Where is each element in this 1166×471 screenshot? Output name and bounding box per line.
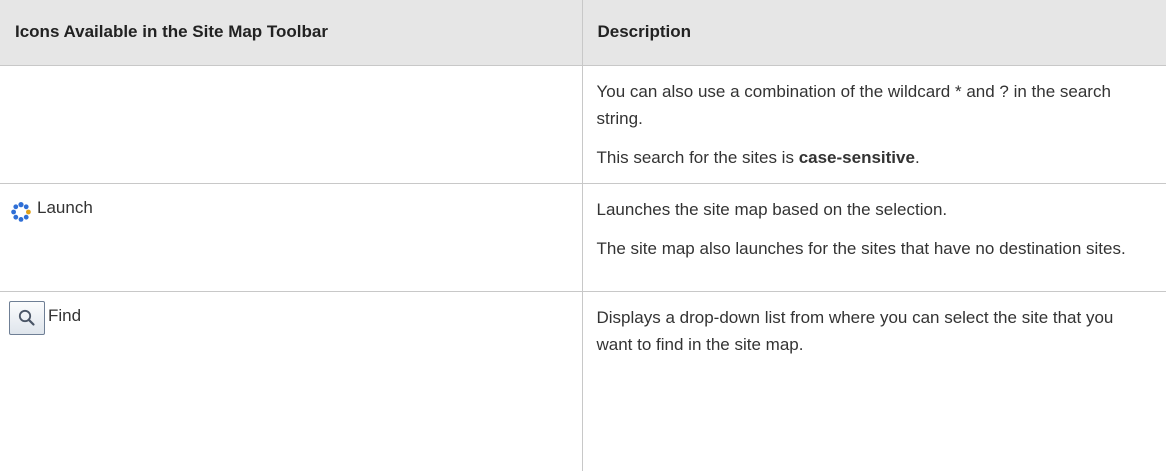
description-text: Displays a drop-down list from where you… xyxy=(596,307,1114,354)
icon-cell-empty xyxy=(0,65,583,184)
icon-cell: Find xyxy=(0,291,583,471)
find-item: Find xyxy=(9,300,567,335)
emphasis-text: case-sensitive xyxy=(798,147,915,167)
find-label: Find xyxy=(48,305,82,325)
table-header-row: Icons Available in the Site Map Toolbar … xyxy=(0,0,1166,66)
table-row: Find Displays a drop-down list from wher… xyxy=(0,291,1166,471)
search-icon xyxy=(9,300,45,335)
description-text: This search for the sites is case-sensit… xyxy=(596,147,920,167)
site-map-toolbar-table: Icons Available in the Site Map Toolbar … xyxy=(0,0,1166,471)
icon-cell: Launch xyxy=(0,183,583,292)
column-header-description: Description xyxy=(582,0,1166,66)
launch-label: Launch xyxy=(37,197,93,217)
launch-icon xyxy=(9,200,33,224)
launch-item: Launch xyxy=(11,196,567,224)
description-text: You can also use a combination of the wi… xyxy=(596,81,1111,128)
description-text: Launches the site map based on the selec… xyxy=(596,199,948,219)
description-text: The site map also launches for the sites… xyxy=(596,238,1126,258)
table-row: You can also use a combination of the wi… xyxy=(0,65,1166,184)
column-header-icons: Icons Available in the Site Map Toolbar xyxy=(0,0,583,66)
table-row: Launch Launches the site map based on th… xyxy=(0,183,1166,292)
description-cell: Launches the site map based on the selec… xyxy=(582,183,1166,292)
description-cell: Displays a drop-down list from where you… xyxy=(582,291,1166,471)
description-cell: You can also use a combination of the wi… xyxy=(582,65,1166,184)
